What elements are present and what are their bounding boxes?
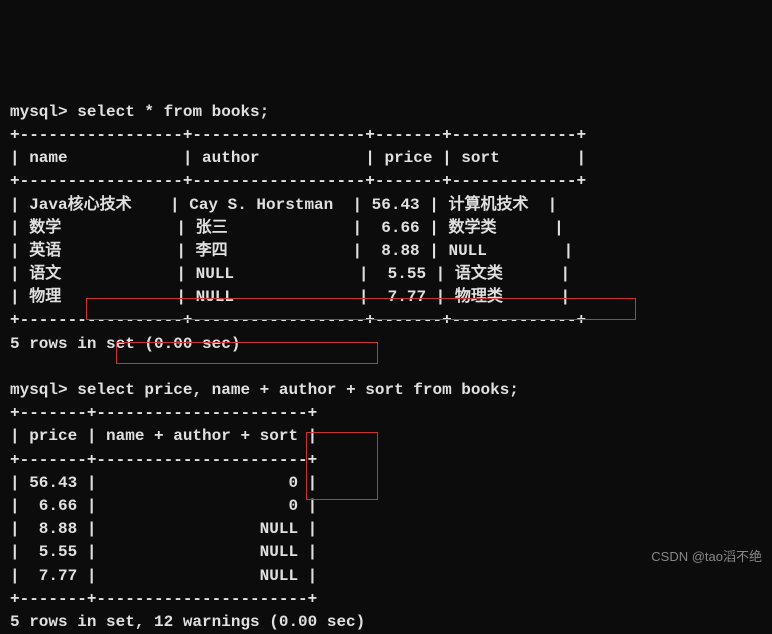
table2-row: | 6.66 | 0 | <box>10 497 317 515</box>
table1-header: | name | author | price | sort | <box>10 149 586 167</box>
table1-divider-bottom: +-----------------+------------------+--… <box>10 311 586 329</box>
table1-divider-top: +-----------------+------------------+--… <box>10 126 586 144</box>
sql-query-1: select * from books; <box>77 103 269 121</box>
table1-row: | 语文 | NULL | 5.55 | 语文类 | <box>10 265 570 283</box>
mysql-prompt: mysql> <box>10 103 68 121</box>
query1-result-footer: 5 rows in set (0.00 sec) <box>10 335 240 353</box>
table1-row: | 英语 | 李四 | 8.88 | NULL | <box>10 242 573 260</box>
query2-result-footer: 5 rows in set, 12 warnings (0.00 sec) <box>10 613 365 631</box>
table1-row: | 物理 | NULL | 7.77 | 物理类 | <box>10 288 570 306</box>
table2-row: | 7.77 | NULL | <box>10 567 317 585</box>
table1-row: | Java核心技术 | Cay S. Horstman | 56.43 | 计… <box>10 196 557 214</box>
table1-divider-mid: +-----------------+------------------+--… <box>10 172 586 190</box>
table2-row: | 8.88 | NULL | <box>10 520 317 538</box>
table2-header: | price | name + author + sort | <box>10 427 317 445</box>
watermark-text: CSDN @tao滔不绝 <box>651 548 762 567</box>
mysql-prompt: mysql> <box>10 381 68 399</box>
sql-query-2: select price, name + author + sort from … <box>77 381 519 399</box>
table1-row: | 数学 | 张三 | 6.66 | 数学类 | <box>10 219 564 237</box>
table2-row: | 56.43 | 0 | <box>10 474 317 492</box>
table2-divider-bottom: +-------+----------------------+ <box>10 590 317 608</box>
table2-divider-mid: +-------+----------------------+ <box>10 451 317 469</box>
table2-row: | 5.55 | NULL | <box>10 543 317 561</box>
table2-divider-top: +-------+----------------------+ <box>10 404 317 422</box>
